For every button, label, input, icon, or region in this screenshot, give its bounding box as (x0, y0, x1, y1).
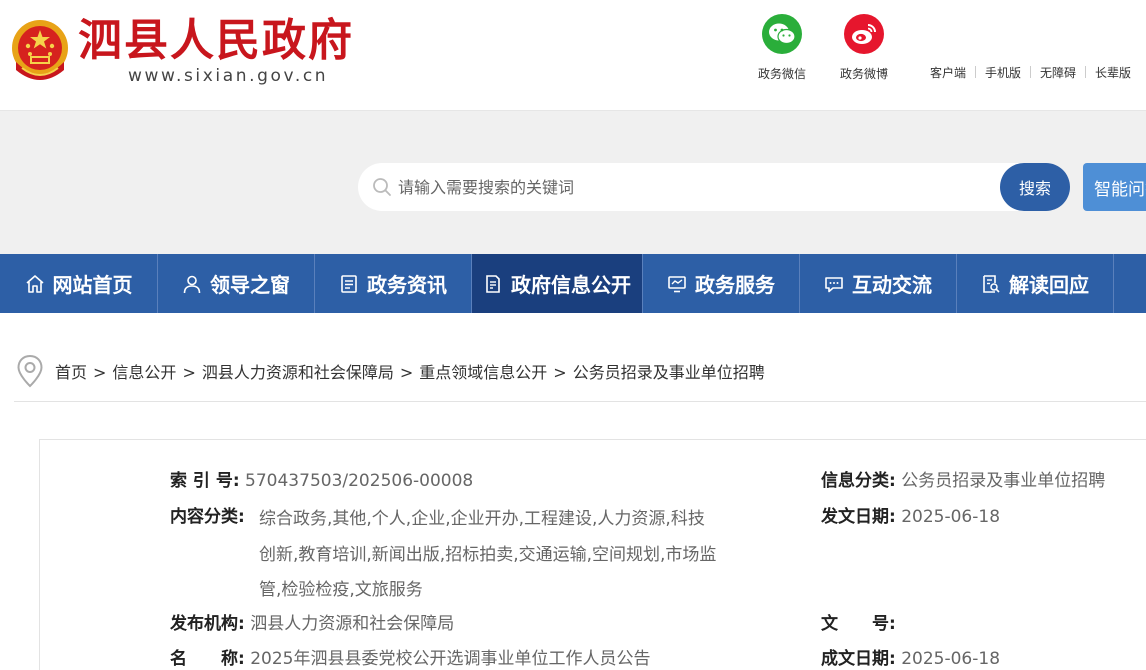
nav-item-label: 政府信息公开 (511, 273, 631, 297)
index-no-label: 索 引 号: (170, 471, 240, 491)
weibo-label: 政务微博 (839, 67, 888, 81)
name-value: 2025年泗县县委党校公开选调事业单位工作人员公告 (250, 649, 651, 669)
national-emblem-icon (12, 20, 68, 80)
breadcrumb-link[interactable]: 首页 (55, 363, 87, 382)
breadcrumb-link[interactable]: 重点领域信息公开 (419, 363, 547, 382)
content-type-label: 内容分类: (170, 507, 245, 527)
document-icon (341, 274, 357, 293)
monitor-icon (668, 275, 686, 292)
issue-date-row: 发文日期: 2025-06-18 (821, 499, 1000, 535)
ai-qa-button[interactable]: 智能问答 (1083, 163, 1146, 211)
nav-item-label: 领导之窗 (210, 273, 290, 297)
breadcrumb: 首页 > 信息公开 > 泗县人力资源和社会保障局 > 重点领域信息公开 > 公务员招录及事业单位… (14, 340, 1146, 402)
search-box (358, 163, 1070, 211)
breadcrumb-link[interactable]: 信息公开 (112, 363, 176, 382)
search-band: 搜索 智能问答 (0, 111, 1146, 254)
created-date-label: 成文日期: (821, 649, 896, 669)
created-date-value: 2025-06-18 (901, 649, 1001, 669)
nav-item-news[interactable]: 政务资讯 (315, 254, 472, 313)
nav-item-gov-info[interactable]: 政府信息公开 (472, 254, 643, 313)
nav-item-more[interactable] (1114, 254, 1146, 313)
divider (1030, 66, 1032, 78)
search-input[interactable] (398, 175, 978, 199)
search-button[interactable]: 搜索 (1000, 163, 1070, 211)
breadcrumb-separator: > (399, 363, 414, 382)
nav-item-label: 政务资讯 (367, 273, 447, 297)
weibo-link[interactable]: 政务微博 (824, 14, 904, 82)
breadcrumb-current[interactable]: 公务员招录及事业单位招聘 (573, 363, 765, 382)
file-list-icon (486, 274, 500, 293)
issue-date-label: 发文日期: (821, 507, 896, 527)
document-info-panel: 索 引 号: 570437503/202506-00008 信息分类: 公务员招… (39, 439, 1146, 670)
nav-item-interpretation[interactable]: 解读回应 (957, 254, 1114, 313)
breadcrumb-trail: 首页 > 信息公开 > 泗县人力资源和社会保障局 > 重点领域信息公开 > 公务员招录及事业单位… (55, 359, 765, 383)
top-links: 客户端 手机版 无障碍 长辈版 (930, 64, 1131, 81)
index-no-row: 索 引 号: 570437503/202506-00008 (170, 463, 473, 499)
created-date-row: 成文日期: 2025-06-18 (821, 641, 1000, 670)
site-header: 泗县人民政府 www.sixian.gov.cn 政务微信 政务微博 客户端 手… (0, 0, 1146, 111)
wechat-link[interactable]: 政务微信 (742, 14, 822, 82)
file-search-icon (983, 274, 1000, 293)
doc-no-label: 文 号: (821, 614, 896, 634)
divider (1085, 66, 1087, 78)
main-nav: 网站首页 领导之窗 政务资讯 政府信息公开 政务服务 互动交流 解读回应 (0, 254, 1146, 313)
mobile-link[interactable]: 手机版 (985, 64, 1021, 81)
wechat-icon (762, 14, 802, 54)
publisher-row: 发布机构: 泗县人力资源和社会保障局 (170, 606, 454, 642)
location-pin-icon (17, 354, 43, 388)
client-link[interactable]: 客户端 (930, 64, 966, 81)
nav-item-leaders[interactable]: 领导之窗 (158, 254, 315, 313)
breadcrumb-separator: > (182, 363, 196, 382)
nav-item-home[interactable]: 网站首页 (0, 254, 158, 313)
nav-item-label: 政务服务 (695, 273, 775, 297)
nav-item-interaction[interactable]: 互动交流 (800, 254, 957, 313)
name-row: 名 称: 2025年泗县县委党校公开选调事业单位工作人员公告 (170, 641, 650, 670)
chat-icon (825, 276, 843, 292)
search-icon (373, 178, 391, 196)
site-title[interactable]: 泗县人民政府 (78, 14, 354, 68)
name-label: 名 称: (170, 649, 245, 669)
site-url: www.sixian.gov.cn (128, 66, 329, 86)
nav-item-label: 解读回应 (1009, 273, 1089, 297)
breadcrumb-link[interactable]: 泗县人力资源和社会保障局 (202, 363, 394, 382)
user-icon (183, 275, 201, 293)
category-row: 信息分类: 公务员招录及事业单位招聘 (821, 463, 1105, 499)
nav-item-label: 互动交流 (852, 273, 932, 297)
accessibility-link[interactable]: 无障碍 (1040, 64, 1076, 81)
category-value: 公务员招录及事业单位招聘 (901, 471, 1106, 491)
weibo-icon (844, 14, 884, 54)
category-label: 信息分类: (821, 471, 896, 491)
content-type-row: 内容分类: (170, 499, 245, 535)
publisher-label: 发布机构: (170, 614, 245, 634)
index-no-value: 570437503/202506-00008 (245, 471, 474, 491)
breadcrumb-separator: > (93, 363, 107, 382)
breadcrumb-separator: > (553, 363, 567, 382)
issue-date-value: 2025-06-18 (901, 507, 1001, 527)
nav-item-services[interactable]: 政务服务 (643, 254, 800, 313)
nav-item-label: 网站首页 (52, 273, 133, 297)
publisher-value: 泗县人力资源和社会保障局 (250, 614, 455, 634)
home-icon (25, 274, 44, 293)
elder-mode-link[interactable]: 长辈版 (1095, 64, 1131, 81)
doc-no-row: 文 号: (821, 606, 896, 642)
divider (975, 66, 977, 78)
wechat-label: 政务微信 (757, 67, 806, 81)
content-type-value: 综合政务,其他,个人,企业,企业开办,工程建设,人力资源,科技创新,教育培训,新… (259, 509, 717, 600)
